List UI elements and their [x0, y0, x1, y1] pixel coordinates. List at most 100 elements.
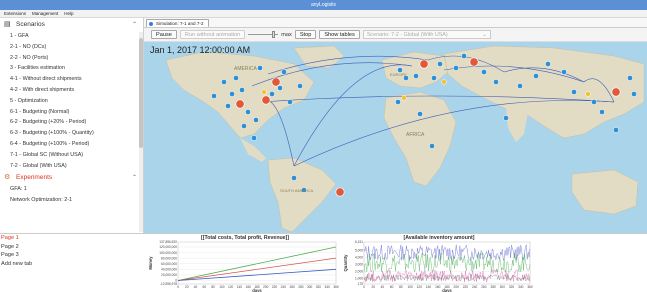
warehouse-marker[interactable]: [277, 85, 283, 91]
menu-management[interactable]: Management: [32, 10, 58, 17]
network-map[interactable]: AMERICA AFRICA EUROPE SOUTH AMERICA Jan …: [144, 42, 647, 233]
customer-marker[interactable]: [585, 91, 591, 97]
experiments-icon: ⚙: [4, 174, 11, 182]
scenario-item[interactable]: 7-2 - Global (With USA): [0, 161, 143, 172]
experiments-header[interactable]: ⚙ Experiments ⌃: [0, 171, 143, 184]
factory-marker[interactable]: [611, 87, 621, 97]
factory-marker[interactable]: [271, 77, 281, 87]
warehouse-marker[interactable]: [429, 143, 435, 149]
map-label-south-america: SOUTH AMERICA: [280, 188, 313, 193]
scenario-item[interactable]: 7-1 - Global SC (Without USA): [0, 150, 143, 161]
warehouse-marker[interactable]: [281, 69, 287, 75]
scenario-item[interactable]: 5 - Optimization: [0, 96, 143, 107]
run-without-animation-button[interactable]: Run without animation: [179, 30, 246, 39]
scenario-item[interactable]: 6-3 - Budgeting (+100% - Quantity): [0, 128, 143, 139]
scenario-item[interactable]: 4-2 - With direct shipments: [0, 85, 143, 96]
warehouse-marker[interactable]: [517, 83, 523, 89]
warehouse-marker[interactable]: [221, 79, 227, 85]
speed-slider[interactable]: [248, 30, 279, 39]
warehouse-marker[interactable]: [453, 65, 459, 71]
warehouse-marker[interactable]: [233, 75, 239, 81]
warehouse-marker[interactable]: [251, 135, 257, 141]
scenario-select-value: Scenario: 7-2 - Global (With USA): [366, 32, 448, 38]
warehouse-marker[interactable]: [591, 99, 597, 105]
experiment-item-network-optimization[interactable]: Network Optimization: 2-1: [0, 195, 143, 206]
warehouse-marker[interactable]: [257, 65, 263, 71]
stop-button[interactable]: Stop: [294, 30, 317, 39]
warehouse-marker[interactable]: [291, 175, 297, 181]
scenario-item[interactable]: 6-4 - Budgeting (+100% - Period): [0, 139, 143, 150]
scenario-item[interactable]: 2-2 - NO (Ports): [0, 53, 143, 64]
warehouse-marker[interactable]: [229, 91, 235, 97]
warehouse-marker[interactable]: [239, 87, 245, 93]
map-canvas[interactable]: AMERICA AFRICA EUROPE SOUTH AMERICA: [144, 42, 647, 233]
x-tick-label: 300: [500, 285, 506, 289]
customer-marker[interactable]: [401, 95, 407, 101]
menu-extensions[interactable]: Extensions: [4, 10, 26, 17]
experiment-item-gfa[interactable]: GFA: 1: [0, 184, 143, 195]
x-tick-label: 100: [219, 285, 225, 289]
speed-slider-thumb[interactable]: [272, 31, 276, 38]
warehouse-marker[interactable]: [613, 127, 619, 133]
warehouse-marker[interactable]: [631, 91, 637, 97]
chevron-up-icon[interactable]: ⌃: [132, 174, 137, 181]
show-tables-button[interactable]: Show tables: [319, 30, 360, 39]
factory-marker[interactable]: [419, 59, 429, 69]
page-tab-1[interactable]: Page 1: [0, 234, 144, 243]
y-tick-label: 60,000,000: [161, 262, 177, 266]
scenario-item[interactable]: 6-2 - Budgeting (+20% - Period): [0, 117, 143, 128]
warehouse-marker[interactable]: [413, 73, 419, 79]
scenario-list: 1 - GFA 2-1 - NO (DCs) 2-2 - NO (Ports) 3 -…: [0, 31, 143, 171]
warehouse-marker[interactable]: [533, 73, 539, 79]
warehouse-marker[interactable]: [225, 103, 231, 109]
add-new-tab-button[interactable]: Add new tab: [0, 260, 144, 269]
warehouse-marker[interactable]: [437, 61, 443, 67]
scenario-select[interactable]: Scenario: 7-2 - Global (With USA) ⌄: [362, 30, 491, 39]
warehouse-marker[interactable]: [503, 115, 509, 121]
scenario-item[interactable]: 6-1 - Budgeting (Normal): [0, 107, 143, 118]
sidebar-scrollbar[interactable]: [139, 32, 143, 232]
warehouse-marker[interactable]: [245, 109, 251, 115]
warehouse-marker[interactable]: [493, 79, 499, 85]
warehouse-marker[interactable]: [395, 99, 401, 105]
scenario-item[interactable]: 2-1 - NO (DCs): [0, 42, 143, 53]
page-list: Page 1 Page 2 Page 3 Add new tab: [0, 234, 144, 292]
warehouse-marker[interactable]: [461, 53, 467, 59]
chevron-up-icon[interactable]: ⌃: [132, 21, 137, 28]
warehouse-marker[interactable]: [431, 75, 437, 81]
warehouse-marker[interactable]: [599, 109, 605, 115]
warehouse-marker[interactable]: [627, 75, 633, 81]
sidebar-scroll-thumb[interactable]: [139, 38, 143, 148]
factory-marker[interactable]: [235, 99, 245, 109]
menu-bar: Extensions Management Help: [0, 10, 647, 18]
warehouse-marker[interactable]: [253, 117, 259, 123]
scenario-item[interactable]: 4-1 - Without direct shipments: [0, 74, 143, 85]
warehouse-marker[interactable]: [241, 123, 247, 129]
scenario-item[interactable]: 3 - Facilities estimation: [0, 63, 143, 74]
scenario-item[interactable]: 1 - GFA: [0, 31, 143, 42]
factory-marker[interactable]: [261, 95, 271, 105]
pause-button[interactable]: Pause: [151, 30, 177, 39]
warehouse-marker[interactable]: [561, 69, 567, 75]
warehouse-marker[interactable]: [297, 83, 303, 89]
warehouse-marker[interactable]: [417, 111, 423, 117]
warehouse-marker[interactable]: [269, 91, 275, 97]
warehouse-marker[interactable]: [571, 89, 577, 95]
factory-marker[interactable]: [335, 187, 345, 197]
customer-marker[interactable]: [261, 89, 267, 95]
scenarios-header[interactable]: ▤ Scenarios ⌃: [0, 18, 143, 31]
factory-marker[interactable]: [469, 57, 479, 67]
menu-help[interactable]: Help: [64, 10, 73, 17]
page-tab-3[interactable]: Page 3: [0, 251, 144, 260]
x-tick-label: 160: [435, 285, 441, 289]
australia-land: [571, 169, 639, 215]
customer-marker[interactable]: [441, 79, 447, 85]
warehouse-marker[interactable]: [211, 93, 217, 99]
warehouse-marker[interactable]: [481, 69, 487, 75]
warehouse-marker[interactable]: [545, 61, 551, 67]
x-tick-label: 200: [454, 285, 460, 289]
warehouse-marker[interactable]: [287, 99, 293, 105]
app-window: anyLogistix Extensions Management Help ▤…: [0, 0, 647, 292]
simulation-tab[interactable]: Simulation: 7-1 and 7-2: [146, 19, 209, 27]
page-tab-2[interactable]: Page 2: [0, 243, 144, 252]
